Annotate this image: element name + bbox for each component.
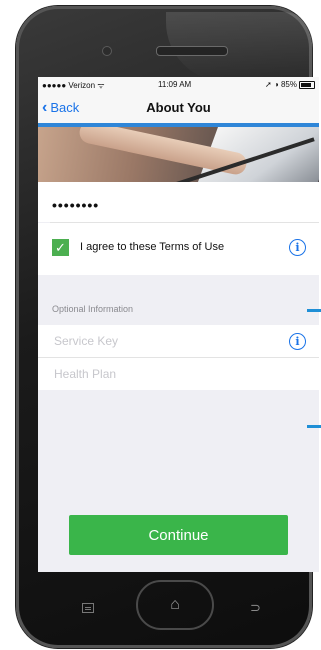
back-key-icon[interactable]: ⊃ xyxy=(250,600,261,616)
health-plan-row xyxy=(38,358,319,390)
menu-key-icon[interactable] xyxy=(82,603,94,613)
home-button[interactable]: ⌂ xyxy=(136,580,214,630)
page-title: About You xyxy=(146,100,211,115)
password-field[interactable] xyxy=(50,196,294,214)
password-row xyxy=(38,182,319,222)
battery-indicator: ➚ ◑ 85% xyxy=(265,80,315,89)
back-button[interactable]: ‹ Back xyxy=(42,99,80,116)
clock: 11:09 AM xyxy=(158,80,192,89)
speaker-grille xyxy=(156,46,228,56)
service-key-row: i xyxy=(38,325,319,357)
terms-checkbox[interactable]: ✓ xyxy=(52,239,69,256)
chevron-left-icon: ‹ xyxy=(42,99,48,116)
battery-icon xyxy=(299,80,315,89)
side-marker xyxy=(307,425,321,428)
camera-icon xyxy=(102,46,112,56)
terms-label: I agree to these Terms of Use xyxy=(80,241,225,253)
navigation-bar: About You ‹ Back xyxy=(38,93,319,127)
terms-info-icon[interactable]: i xyxy=(289,239,306,256)
terms-row: ✓ I agree to these Terms of Use i xyxy=(38,223,319,275)
side-marker xyxy=(307,309,321,312)
service-key-input[interactable] xyxy=(52,333,276,349)
battery-percent: 85% xyxy=(280,80,297,89)
app-screen: ●●●●● Verizon ᯤ 11:09 AM ➚ ◑ 85% About Y… xyxy=(38,77,319,572)
checkmark-icon: ✓ xyxy=(55,240,66,255)
continue-button[interactable]: Continue xyxy=(69,515,288,555)
service-key-info-icon[interactable]: i xyxy=(289,333,306,350)
optional-section-header: Optional Information xyxy=(52,304,134,314)
header-photo xyxy=(38,127,319,182)
status-bar: ●●●●● Verizon ᯤ 11:09 AM ➚ ◑ 85% xyxy=(38,77,319,93)
home-icon: ⌂ xyxy=(170,596,180,613)
back-label: Back xyxy=(50,100,80,115)
carrier-label: ●●●●● Verizon ᯤ xyxy=(42,81,105,90)
location-icon: ➚ ◑ xyxy=(265,80,281,89)
health-plan-input[interactable] xyxy=(52,366,276,382)
